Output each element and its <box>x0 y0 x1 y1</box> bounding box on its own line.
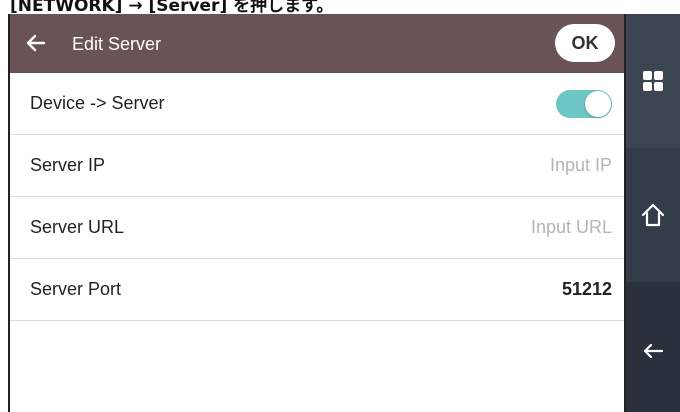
row-server-ip: Server IP <box>10 135 624 197</box>
grid-menu-icon <box>643 71 663 91</box>
server-url-input[interactable] <box>372 211 612 243</box>
row-server-url: Server URL <box>10 197 624 259</box>
header-back-button[interactable] <box>22 29 50 57</box>
device-to-server-label: Device -> Server <box>30 93 165 113</box>
back-arrow-icon <box>643 343 664 359</box>
device-to-server-toggle[interactable] <box>556 90 612 118</box>
row-device-to-server: Device -> Server <box>10 73 624 135</box>
server-ip-input[interactable] <box>372 149 612 181</box>
row-server-port[interactable]: Server Port 51212 <box>10 259 624 321</box>
page-title: Edit Server <box>72 34 162 54</box>
caption-text: [NETWORK] → [Server] を押します。 <box>10 0 334 14</box>
back-arrow-icon <box>26 34 46 52</box>
server-ip-label: Server IP <box>30 155 106 175</box>
top-caption: [NETWORK] → [Server] を押します。 <box>0 0 680 14</box>
menu-button[interactable] <box>626 14 680 148</box>
ok-button[interactable]: OK <box>555 24 615 62</box>
server-port-label: Server Port <box>30 279 122 299</box>
home-icon <box>641 203 665 227</box>
server-url-label: Server URL <box>30 217 125 237</box>
app-header: Edit Server OK <box>10 14 624 73</box>
home-button[interactable] <box>626 148 680 282</box>
device-frame: Edit Server OK Device -> Server Server I… <box>8 14 680 412</box>
edit-server-screen: Edit Server OK Device -> Server Server I… <box>10 14 624 412</box>
toggle-knob <box>585 91 611 117</box>
back-button[interactable] <box>626 282 680 412</box>
side-navigation <box>626 14 680 412</box>
server-port-value: 51212 <box>561 279 612 299</box>
